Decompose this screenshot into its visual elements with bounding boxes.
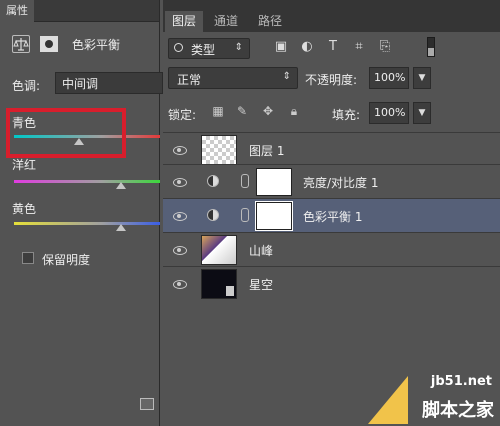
layer-name[interactable]: 星空 xyxy=(249,276,273,293)
eye-icon[interactable] xyxy=(173,143,187,157)
shape-filter-icon[interactable]: ⌗ xyxy=(351,38,367,56)
lock-move-icon[interactable]: ✥ xyxy=(261,104,275,120)
layer-mask-thumbnail[interactable] xyxy=(256,168,292,196)
layer-name[interactable]: 山峰 xyxy=(249,242,273,259)
keep-luminosity-label: 保留明度 xyxy=(42,253,91,267)
filter-toggle[interactable] xyxy=(427,37,435,57)
layer-row[interactable]: 星空 xyxy=(163,266,500,300)
layer-row[interactable]: 亮度/对比度 1 xyxy=(163,164,500,198)
slider-label-magenta: 洋红 xyxy=(12,158,37,172)
properties-title: 色彩平衡 xyxy=(72,38,121,52)
magenta-green-track[interactable] xyxy=(14,180,160,183)
pixel-filter-icon[interactable]: ▣ xyxy=(273,38,289,56)
layer-thumbnail xyxy=(201,269,237,299)
layer-row-selected[interactable]: 色彩平衡 1 xyxy=(163,198,500,232)
opacity-dropdown-icon[interactable]: ▼ xyxy=(413,67,431,89)
lock-brush-icon[interactable]: ✎ xyxy=(235,104,249,120)
fill-label: 填充: xyxy=(332,108,361,122)
layer-thumbnail xyxy=(201,135,237,165)
tab-properties[interactable]: 属性 xyxy=(0,0,34,22)
fill-dropdown-icon[interactable]: ▼ xyxy=(413,102,431,124)
magenta-green-knob[interactable] xyxy=(116,182,126,189)
yellow-blue-knob[interactable] xyxy=(116,224,126,231)
adjustment-icon xyxy=(207,175,219,187)
layer-name[interactable]: 亮度/对比度 1 xyxy=(303,174,379,191)
magenta-green-slider: 洋红 xyxy=(10,156,160,196)
filter-label: 类型 xyxy=(191,43,216,57)
layer-row[interactable]: 图层 1 xyxy=(163,132,500,166)
blend-mode-select[interactable]: 正常 ⇕ xyxy=(168,67,298,89)
properties-header: 色彩平衡 xyxy=(8,32,158,56)
type-filter-icon[interactable]: T xyxy=(325,38,341,56)
updown-arrow-icon: ⇕ xyxy=(282,71,291,82)
watermark-site: jb51.net xyxy=(430,374,492,389)
color-balance-icon xyxy=(12,35,30,53)
layer-mask-icon[interactable] xyxy=(40,36,58,52)
adjustment-filter-icon[interactable]: ◐ xyxy=(299,38,315,56)
lock-all-icon[interactable]: 🔒︎ xyxy=(287,104,301,120)
slider-label-yellow: 黄色 xyxy=(12,202,37,216)
updown-arrow-icon: ⇕ xyxy=(234,42,243,53)
adjustment-icon xyxy=(207,209,219,221)
eye-icon[interactable] xyxy=(173,243,187,257)
watermark: jb51.net 脚本之家 xyxy=(368,374,498,424)
opacity-label: 不透明度: xyxy=(305,73,358,87)
yellow-blue-slider: 黄色 xyxy=(10,198,160,238)
properties-panel: 属性 色彩平衡 色调: 中间调 青色 洋红 黄色 保留明度 xyxy=(0,0,163,426)
watermark-text: 脚本之家 xyxy=(422,400,494,421)
watermark-peel xyxy=(368,376,408,424)
layer-name[interactable]: 图层 1 xyxy=(249,142,284,159)
eye-icon[interactable] xyxy=(173,277,187,291)
opacity-input[interactable]: 100% xyxy=(369,67,409,89)
yellow-blue-track[interactable] xyxy=(14,222,160,225)
fill-input[interactable]: 100% xyxy=(369,102,409,124)
tab-paths[interactable]: 路径 xyxy=(251,11,289,32)
layer-thumbnail xyxy=(201,235,237,265)
blend-mode-value: 正常 xyxy=(177,73,202,87)
tone-select[interactable]: 中间调 xyxy=(55,72,163,94)
tab-channels[interactable]: 通道 xyxy=(207,11,245,32)
lock-label: 锁定: xyxy=(168,108,197,122)
lock-transparent-icon[interactable]: ▦ xyxy=(211,104,225,120)
highlight-box-cyan xyxy=(6,108,126,158)
layer-name[interactable]: 色彩平衡 1 xyxy=(303,208,362,225)
link-icon[interactable] xyxy=(241,174,249,188)
keep-luminosity-checkbox[interactable] xyxy=(22,252,34,264)
search-icon xyxy=(174,43,183,52)
clip-icon[interactable] xyxy=(140,398,154,410)
eye-icon[interactable] xyxy=(173,175,187,189)
layer-mask-thumbnail[interactable] xyxy=(255,201,293,231)
properties-tabbar: 属性 xyxy=(0,0,159,22)
layer-row[interactable]: 山峰 xyxy=(163,232,500,266)
tab-layers[interactable]: 图层 xyxy=(165,11,204,32)
eye-icon[interactable] xyxy=(173,209,187,223)
layers-panel: 图层 通道 路径 类型 ⇕ ▣ ◐ T ⌗ ⎘ 正常 ⇕ 不透明度: 100% … xyxy=(163,0,500,426)
tone-label: 色调: xyxy=(12,79,41,93)
smart-object-filter-icon[interactable]: ⎘ xyxy=(377,38,393,56)
link-icon[interactable] xyxy=(241,208,249,222)
layer-filter-select[interactable]: 类型 ⇕ xyxy=(168,38,250,59)
layers-tabbar: 图层 通道 路径 xyxy=(163,0,500,32)
